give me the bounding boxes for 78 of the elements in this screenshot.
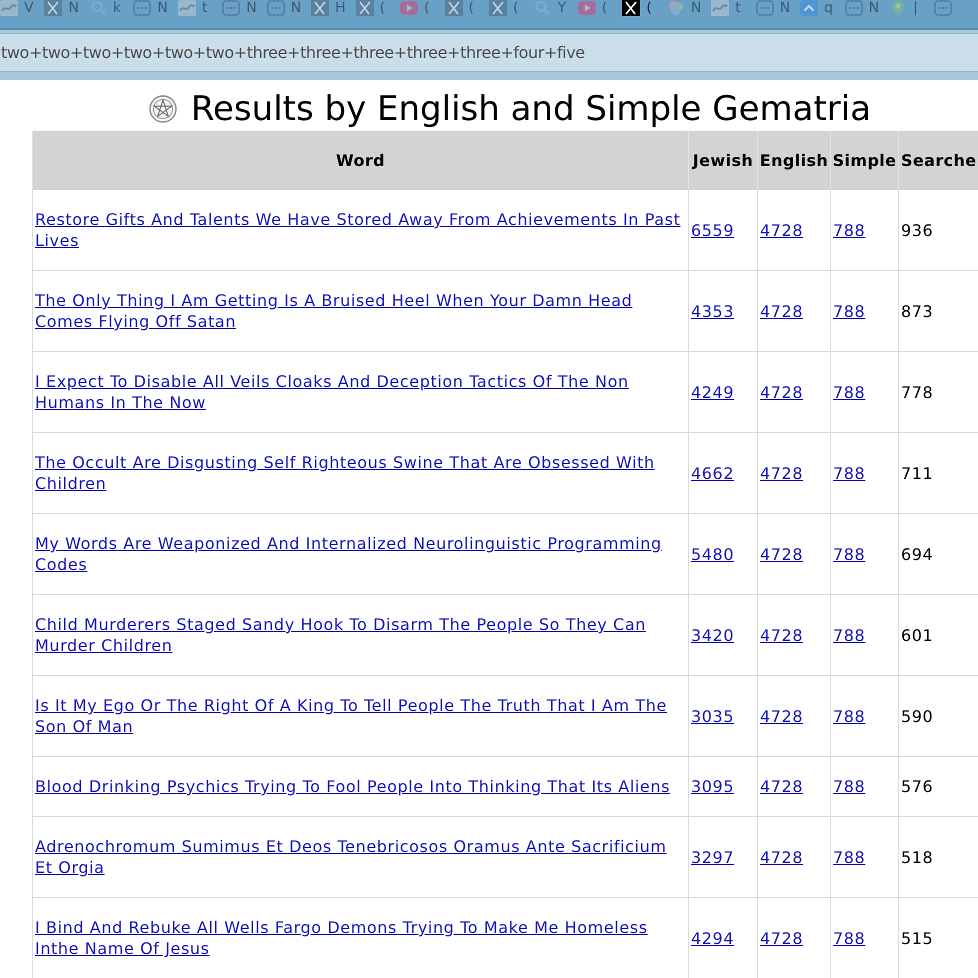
jewish-value-link[interactable]: 4353 (691, 302, 734, 320)
phrase-link[interactable]: The Occult Are Disgusting Self Righteous Swine That Are Obsessed With Children (35, 452, 686, 494)
photo-thumbnail-icon (711, 0, 730, 16)
phrase-link[interactable]: Restore Gifts And Talents We Have Stored Away From Achievements In Past Lives (35, 209, 686, 251)
column-header: Searche (898, 131, 978, 190)
column-header: Simple (830, 131, 898, 190)
simple-value-link[interactable]: 788 (833, 302, 866, 320)
photo-thumbnail-icon (178, 0, 196, 16)
jewish-value-link[interactable]: 4294 (691, 928, 734, 948)
simple-value-link[interactable]: 788 (833, 544, 866, 564)
play-button-icon (578, 0, 596, 16)
browser-tab[interactable]: ( (622, 0, 667, 18)
search-count: 936 (901, 220, 934, 240)
ellipsis-icon (756, 0, 774, 16)
jewish-value-link[interactable]: 3095 (691, 777, 734, 796)
address-bar[interactable]: two+two+two+two+two+two+three+three+three+three+three+four+five (0, 33, 978, 72)
search-count: 873 (901, 302, 934, 320)
column-header: Word (32, 131, 688, 190)
simple-value-link[interactable]: 788 (833, 626, 866, 644)
search-count: 694 (901, 544, 934, 564)
simple-value-link[interactable]: 788 (833, 706, 866, 726)
column-header: English (758, 131, 830, 190)
search-count: 601 (901, 626, 934, 644)
simple-value-link[interactable]: 788 (833, 464, 866, 482)
phrase-link[interactable]: Child Murderers Staged Sandy Hook To Disarm The People So They Can Murder Children (35, 614, 686, 656)
search-count: 518 (901, 848, 934, 866)
search-count: 711 (901, 464, 934, 482)
jewish-value-link[interactable]: 3297 (691, 848, 734, 866)
column-header: Jewish (688, 131, 758, 190)
phrase-link[interactable]: I Bind And Rebuke All Wells Fargo Demons Trying To Make Me Homeless Inthe Name Of Jesus (35, 917, 686, 959)
jewish-value-link[interactable]: 3420 (691, 626, 734, 644)
english-value-link[interactable]: 4728 (760, 848, 804, 866)
x-letter-icon (622, 0, 640, 16)
english-value-link[interactable]: 4728 (760, 382, 804, 402)
pentagram-seal-icon (148, 94, 177, 122)
english-value-link[interactable]: 4728 (760, 928, 804, 948)
jewish-value-link[interactable]: 6559 (691, 220, 734, 240)
phrase-link[interactable]: Is It My Ego Or The Right Of A King To Tell People The Truth That I Am The Son Of Man (35, 695, 686, 737)
search-count: 576 (901, 777, 934, 796)
ellipsis-icon (266, 0, 285, 16)
x-letter-icon (356, 0, 374, 16)
english-value-link[interactable]: 4728 (760, 302, 804, 320)
ellipsis-icon (844, 0, 863, 16)
jewish-value-link[interactable]: 3035 (691, 706, 734, 726)
english-value-link[interactable]: 4728 (760, 706, 804, 726)
english-value-link[interactable]: 4728 (760, 544, 804, 564)
english-value-link[interactable]: 4728 (760, 464, 804, 482)
colorful-circles-icon (666, 0, 685, 16)
photo-thumbnail-icon (0, 0, 18, 16)
english-value-link[interactable]: 4728 (760, 626, 804, 644)
phrase-link[interactable]: The Only Thing I Am Getting Is A Bruised Heel When Your Damn Head Comes Flying Off Satan (35, 290, 686, 332)
phrase-link[interactable]: Blood Drinking Psychics Trying To Fool People Into Thinking That Its Aliens (35, 776, 686, 797)
play-button-icon (400, 0, 418, 16)
x-letter-icon (488, 0, 507, 16)
simple-value-link[interactable]: 788 (833, 848, 866, 866)
chevron-up-icon (800, 0, 818, 16)
x-letter-icon (44, 0, 62, 16)
ellipsis-icon (222, 0, 240, 16)
phrase-link[interactable]: I Expect To Disable All Veils Cloaks And Deception Tactics Of The Non Humans In The Now (35, 371, 686, 413)
x-letter-icon (311, 0, 330, 16)
english-value-link[interactable]: 4728 (760, 220, 804, 240)
page-title: Results by English and Simple Gematria (190, 88, 872, 130)
jewish-value-link[interactable]: 4249 (691, 382, 734, 402)
ellipsis-icon (934, 0, 952, 16)
search-count: 590 (901, 706, 934, 726)
simple-value-link[interactable]: 788 (833, 777, 866, 796)
x-letter-icon (444, 0, 463, 16)
phrase-link[interactable]: My Words Are Weaponized And Internalized Neurolinguistic Programming Codes (35, 533, 686, 575)
ellipsis-icon (133, 0, 152, 16)
jewish-value-link[interactable]: 5480 (691, 544, 734, 564)
english-value-link[interactable]: 4728 (760, 777, 804, 796)
search-count: 778 (901, 382, 934, 402)
search-count: 515 (901, 928, 934, 948)
simple-value-link[interactable]: 788 (833, 382, 866, 402)
simple-value-link[interactable]: 788 (833, 928, 866, 948)
phrase-link[interactable]: Adrenochromum Sumimus Et Deos Tenebricosos Oramus Ante Sacrificium Et Orgia (35, 836, 686, 878)
jewish-value-link[interactable]: 4662 (691, 464, 734, 482)
simple-value-link[interactable]: 788 (833, 220, 866, 240)
